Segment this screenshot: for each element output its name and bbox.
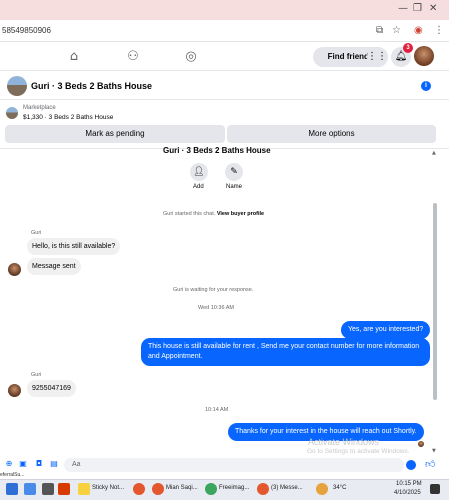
maximize-icon[interactable]: ❐ bbox=[413, 3, 422, 14]
app-icon[interactable] bbox=[24, 483, 36, 495]
message-input[interactable]: Aa bbox=[64, 458, 404, 472]
profile-name: Guri · 3 Beds 2 Baths House bbox=[163, 146, 271, 155]
app-icon[interactable] bbox=[58, 483, 70, 495]
minimize-icon[interactable]: — bbox=[398, 3, 408, 14]
more-options-button[interactable]: More options bbox=[227, 125, 436, 143]
timestamp: Wed 10:36 AM bbox=[198, 305, 234, 311]
taskbar-label[interactable]: (3) Messe... bbox=[271, 485, 303, 491]
add-label[interactable]: Add bbox=[193, 184, 204, 190]
emoji-icon[interactable] bbox=[406, 460, 416, 470]
taskbar-label[interactable]: Mian Saqi... bbox=[166, 485, 198, 491]
close-window-icon[interactable]: ✕ bbox=[429, 3, 437, 14]
sticker-icon[interactable]: ◘ bbox=[34, 459, 44, 469]
waiting-notice: Guri is waiting for your response. bbox=[173, 287, 254, 293]
chat-started-text: Guri started this chat. bbox=[163, 211, 216, 217]
notification-center-icon[interactable] bbox=[430, 484, 440, 494]
incoming-message[interactable]: 9255047169 bbox=[27, 380, 76, 397]
scrollbar-thumb[interactable] bbox=[433, 203, 437, 400]
sticky-notes-icon[interactable] bbox=[78, 483, 90, 495]
timestamp: 10:14 AM bbox=[205, 407, 229, 413]
cast-icon[interactable]: ⧉ bbox=[376, 25, 383, 36]
scroll-up-icon[interactable]: ▲ bbox=[432, 150, 436, 156]
start-icon[interactable] bbox=[6, 483, 18, 495]
incoming-message[interactable]: Message sent bbox=[27, 258, 81, 275]
taskbar-label[interactable]: Sticky Not... bbox=[92, 485, 124, 491]
notification-badge: 3 bbox=[403, 43, 413, 53]
plus-icon[interactable]: ⊕ bbox=[4, 459, 14, 469]
taskbar-label[interactable]: Freeimag... bbox=[219, 485, 249, 491]
name-label[interactable]: Name bbox=[226, 184, 242, 190]
activate-windows-title: Activate Windows bbox=[308, 437, 380, 447]
view-buyer-profile-link[interactable]: View buyer profile bbox=[217, 211, 264, 217]
listing-thumbnail[interactable] bbox=[7, 76, 27, 96]
app-icon[interactable] bbox=[42, 483, 54, 495]
avatar[interactable] bbox=[414, 46, 434, 66]
weather-temp[interactable]: 34°C bbox=[333, 485, 346, 491]
home-icon[interactable]: ⌂ bbox=[65, 48, 83, 66]
camera-icon[interactable]: ▣ bbox=[18, 459, 28, 469]
groups-icon[interactable]: ◎ bbox=[182, 48, 200, 66]
scroll-down-icon[interactable]: ▼ bbox=[432, 448, 436, 454]
messenger-icon[interactable] bbox=[257, 483, 269, 495]
listing-thumbnail-small[interactable] bbox=[6, 107, 18, 119]
listing-price[interactable]: $1,330 · 3 Beds 2 Baths House bbox=[23, 114, 113, 121]
chat-title[interactable]: Guri · 3 Beds 2 Baths House bbox=[31, 81, 152, 91]
add-person-icon[interactable]: 👤︎ bbox=[190, 163, 208, 181]
clock-time[interactable]: 10:15 PM bbox=[396, 481, 422, 487]
firefox-icon[interactable] bbox=[152, 483, 164, 495]
url-text[interactable]: 58549850906 bbox=[2, 26, 51, 35]
browser-tab-strip bbox=[0, 0, 449, 20]
sender-name: Guri bbox=[31, 230, 42, 236]
info-icon[interactable]: i bbox=[421, 81, 431, 91]
extension-icon[interactable]: ◉ bbox=[414, 25, 423, 36]
seen-avatar bbox=[418, 441, 424, 447]
sender-avatar[interactable] bbox=[8, 263, 21, 276]
activate-windows-subtitle: Go to Settings to activate Windows. bbox=[307, 448, 410, 455]
sender-name: Guri bbox=[31, 372, 42, 378]
mark-as-pending-button[interactable]: Mark as pending bbox=[5, 125, 225, 143]
thumbs-up-icon[interactable]: 👍︎ bbox=[425, 458, 435, 470]
outgoing-message[interactable]: This house is still available for rent ,… bbox=[141, 338, 430, 366]
menu-grid-icon[interactable]: ⋮⋮ bbox=[367, 47, 387, 67]
star-icon[interactable]: ☆ bbox=[392, 25, 401, 36]
incoming-message[interactable]: Hello, is this still available? bbox=[27, 238, 121, 255]
clipped-label: eferralSu... bbox=[0, 472, 25, 478]
menu-icon[interactable]: ⋮ bbox=[434, 25, 444, 36]
pencil-icon[interactable]: ✎ bbox=[225, 163, 243, 181]
clock-date[interactable]: 4/10/2025 bbox=[394, 490, 421, 496]
friends-icon[interactable]: ⚇ bbox=[124, 48, 142, 66]
outgoing-message[interactable]: Yes, are you interested? bbox=[341, 321, 431, 339]
chat-started-notice: Guri started this chat. View buyer profi… bbox=[163, 211, 264, 217]
gif-icon[interactable]: ▤ bbox=[49, 459, 59, 469]
sender-avatar[interactable] bbox=[8, 384, 21, 397]
marketplace-label: Marketplace bbox=[23, 105, 56, 111]
browser-icon[interactable] bbox=[205, 483, 217, 495]
firefox-icon[interactable] bbox=[133, 483, 145, 495]
weather-icon[interactable] bbox=[316, 483, 328, 495]
